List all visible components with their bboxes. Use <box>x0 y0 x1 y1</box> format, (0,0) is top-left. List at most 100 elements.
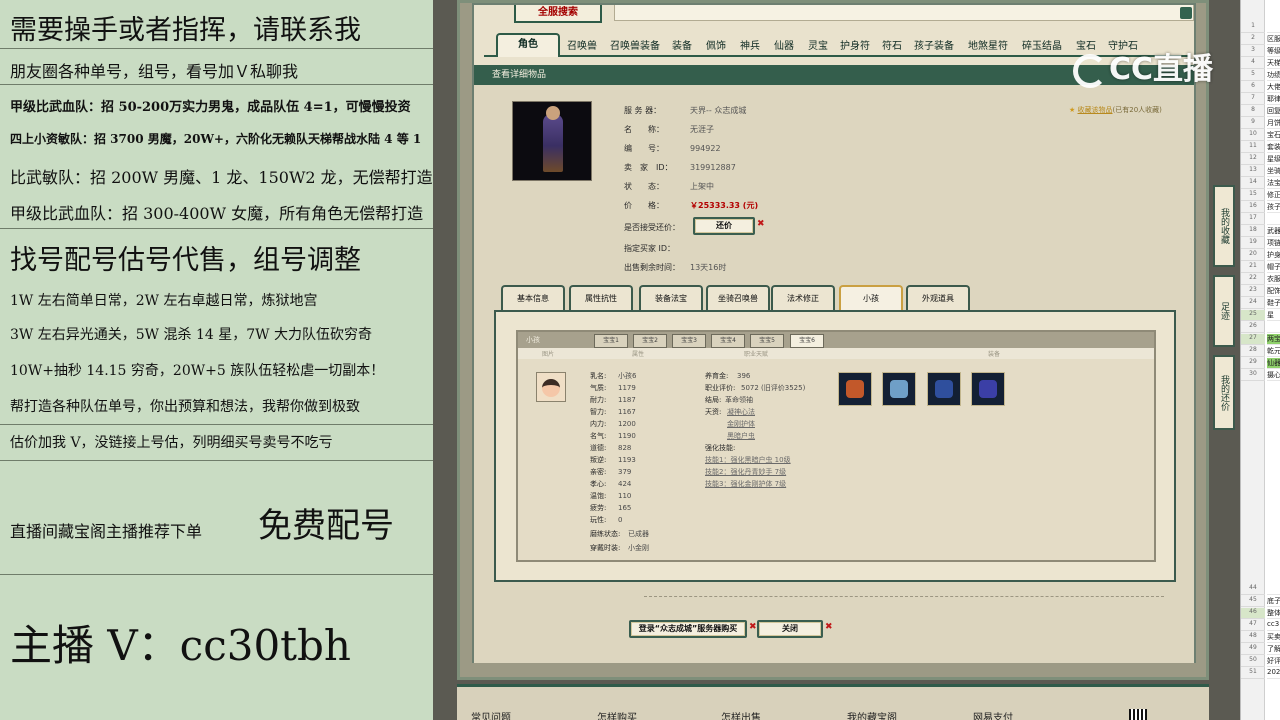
tab-rune-stone[interactable]: 符石 <box>882 37 902 52</box>
sheet-cell[interactable]: 回复 <box>1267 106 1280 117</box>
sheet-cell[interactable]: 乾元 <box>1267 346 1280 357</box>
sheet-row-number[interactable]: 9 <box>1241 118 1265 129</box>
skill-link[interactable]: 技能1：强化黑暗户虫 10级 <box>705 455 791 465</box>
equip-slot-2[interactable] <box>882 372 916 406</box>
sheet-row-number[interactable]: 51 <box>1241 668 1265 679</box>
sheet-cell[interactable]: 修正 <box>1267 190 1280 201</box>
sheet-cell[interactable] <box>1267 322 1280 333</box>
sheet-row-number[interactable]: 16 <box>1241 202 1265 213</box>
sheet-row-number[interactable]: 6 <box>1241 82 1265 93</box>
sheet-cell[interactable]: 鞋子 <box>1267 298 1280 309</box>
sheet-cell[interactable]: 孩子 <box>1267 202 1280 213</box>
sheet-cell[interactable]: 202 <box>1267 668 1280 679</box>
sheet-cell[interactable]: 耶律 <box>1267 94 1280 105</box>
sheet-cell[interactable]: 仙器 <box>1267 358 1280 369</box>
sheet-cell[interactable]: 套装 <box>1267 142 1280 153</box>
tab-spirit-treasure[interactable]: 灵宝 <box>808 37 828 52</box>
sheet-row-number[interactable]: 44 <box>1241 584 1265 595</box>
tab-accessory[interactable]: 佩饰 <box>706 37 726 52</box>
sheet-row-number[interactable]: 1 <box>1241 22 1265 33</box>
tab-amulet[interactable]: 护身符 <box>840 37 870 52</box>
sheet-row-number[interactable]: 26 <box>1241 322 1265 333</box>
sheet-cell[interactable] <box>1267 214 1280 225</box>
sheet-row-number[interactable]: 11 <box>1241 142 1265 153</box>
sheet-row-number[interactable]: 18 <box>1241 226 1265 237</box>
tab-child-equip[interactable]: 孩子装备 <box>914 37 954 52</box>
baby-tab-5[interactable]: 宝宝5 <box>750 334 784 348</box>
sheet-cell[interactable]: 帽子 <box>1267 262 1280 273</box>
sheet-row-number[interactable]: 30 <box>1241 370 1265 381</box>
sheet-row-number[interactable]: 10 <box>1241 130 1265 141</box>
sheet-row-number[interactable]: 45 <box>1241 596 1265 607</box>
tab-role[interactable]: 角色 <box>496 33 560 57</box>
sheet-row-number[interactable]: 27 <box>1241 334 1265 345</box>
close-icon[interactable] <box>1180 7 1192 19</box>
sheet-cell[interactable]: 大佬 <box>1267 82 1280 93</box>
sheet-cell[interactable]: 坐骑 <box>1267 166 1280 177</box>
skill-link[interactable]: 技能3：强化金刚护体 7级 <box>705 479 786 489</box>
my-favorites-button[interactable]: 我的收藏 <box>1213 185 1235 267</box>
sheet-cell[interactable] <box>1267 22 1280 33</box>
sheet-cell[interactable]: 护身 <box>1267 250 1280 261</box>
sheet-cell[interactable]: 项链 <box>1267 238 1280 249</box>
site-logo[interactable]: 全服搜索 <box>514 5 602 23</box>
sheet-cell[interactable]: 功绩 <box>1267 70 1280 81</box>
tab-star-rune[interactable]: 地煞星符 <box>968 37 1008 52</box>
sheet-cell[interactable]: 衣服 <box>1267 274 1280 285</box>
sheet-row-number[interactable]: 2 <box>1241 34 1265 45</box>
sheet-cell[interactable] <box>1267 584 1280 595</box>
sheet-cell[interactable]: 配饰 <box>1267 286 1280 297</box>
sheet-row-number[interactable]: 50 <box>1241 656 1265 667</box>
sheet-cell[interactable]: 整体 <box>1267 608 1280 619</box>
tab-appearance[interactable]: 外观道具 <box>906 285 970 313</box>
sheet-row-number[interactable]: 22 <box>1241 274 1265 285</box>
talent-link[interactable]: 黑暗户虫 <box>727 431 755 441</box>
tab-pet[interactable]: 召唤兽 <box>567 37 597 52</box>
baby-tab-2[interactable]: 宝宝2 <box>633 334 667 348</box>
my-offers-button[interactable]: 我的还价 <box>1213 355 1235 430</box>
sheet-row-number[interactable]: 29 <box>1241 358 1265 369</box>
equip-slot-4[interactable] <box>971 372 1005 406</box>
sheet-row-number[interactable]: 17 <box>1241 214 1265 225</box>
sheet-row-number[interactable]: 24 <box>1241 298 1265 309</box>
sheet-row-number[interactable]: 28 <box>1241 346 1265 357</box>
tab-jade-crystal[interactable]: 碎玉结晶 <box>1022 37 1062 52</box>
sheet-row-number[interactable]: 19 <box>1241 238 1265 249</box>
tab-pet-equip[interactable]: 召唤兽装备 <box>610 37 660 52</box>
counter-offer-button[interactable]: 还价 <box>693 217 755 235</box>
sheet-cell[interactable]: 两宝 <box>1267 334 1280 345</box>
equip-slot-1[interactable] <box>838 372 872 406</box>
sheet-cell[interactable]: 武器 <box>1267 226 1280 237</box>
tab-divine-weapon[interactable]: 神兵 <box>740 37 760 52</box>
tab-fairy-artifact[interactable]: 仙器 <box>774 37 794 52</box>
sheet-row-number[interactable]: 48 <box>1241 632 1265 643</box>
sheet-cell[interactable]: 宝石 <box>1267 130 1280 141</box>
sheet-row-number[interactable]: 21 <box>1241 262 1265 273</box>
footer-my-treasure[interactable]: 我的藏宝阁 <box>847 709 897 720</box>
sheet-cell[interactable]: 买卖 <box>1267 632 1280 643</box>
sheet-row-number[interactable]: 14 <box>1241 178 1265 189</box>
tab-child[interactable]: 小孩 <box>839 285 903 313</box>
baby-tab-3[interactable]: 宝宝3 <box>672 334 706 348</box>
sheet-row-number[interactable]: 7 <box>1241 94 1265 105</box>
skill-link[interactable]: 技能2：强化丹青妙手 7级 <box>705 467 786 477</box>
baby-tab-4[interactable]: 宝宝4 <box>711 334 745 348</box>
sheet-row-number[interactable]: 3 <box>1241 46 1265 57</box>
sheet-row-number[interactable]: 5 <box>1241 70 1265 81</box>
footer-faq[interactable]: 常见问题 <box>471 709 511 720</box>
tab-mount-pet[interactable]: 坐骑召唤兽 <box>706 285 770 313</box>
sheet-cell[interactable]: 天梯 <box>1267 58 1280 69</box>
favorite-link[interactable]: 收藏该物品 <box>1078 106 1113 114</box>
buy-button[interactable]: 登录“众志成城”服务器购买 <box>629 620 747 638</box>
sheet-cell[interactable]: 星级 <box>1267 154 1280 165</box>
sheet-row-number[interactable]: 4 <box>1241 58 1265 69</box>
baby-tab-1[interactable]: 宝宝1 <box>594 334 628 348</box>
sheet-cell[interactable]: cc3 <box>1267 620 1280 631</box>
footer-how-to-sell[interactable]: 怎样出售 <box>721 709 761 720</box>
footer-how-to-buy[interactable]: 怎样购买 <box>597 709 637 720</box>
tab-attributes[interactable]: 属性抗性 <box>569 285 633 313</box>
sheet-cell[interactable]: 摄心 <box>1267 370 1280 381</box>
search-box[interactable] <box>614 5 1194 21</box>
tab-basic-info[interactable]: 基本信息 <box>501 285 565 313</box>
footprint-button[interactable]: 足迹 <box>1213 275 1235 347</box>
